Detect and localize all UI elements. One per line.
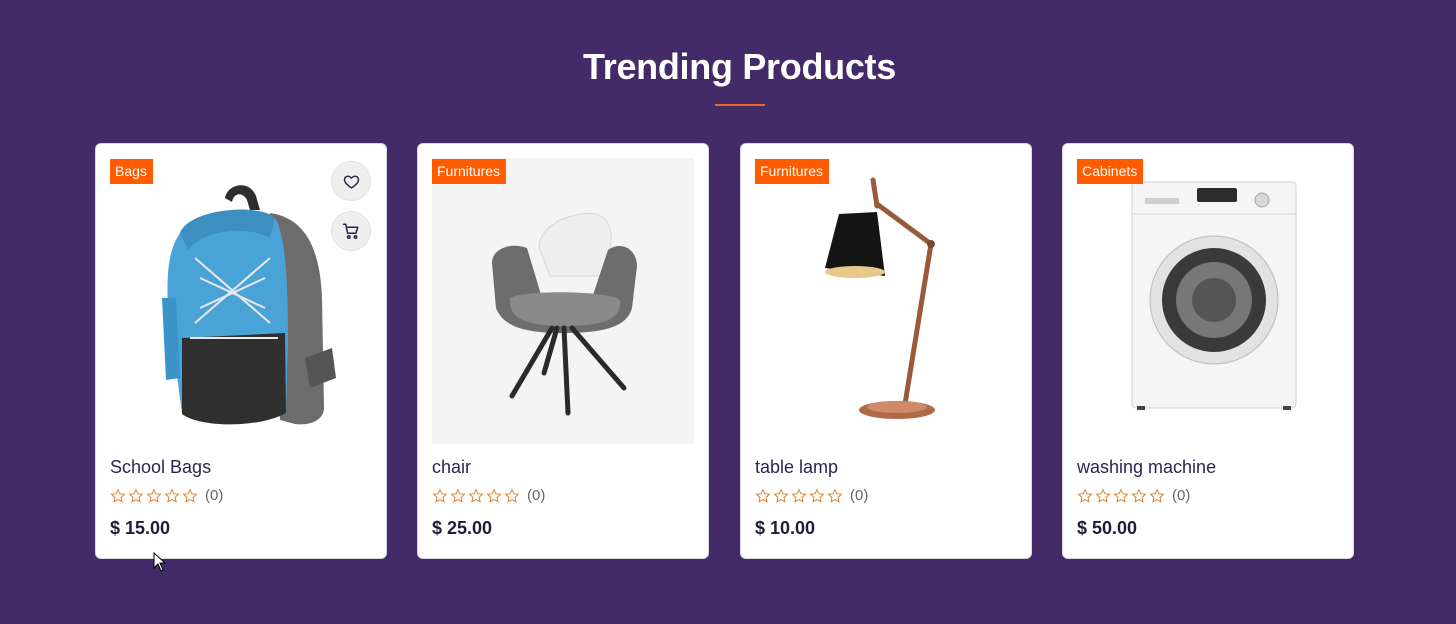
star-icon — [182, 487, 198, 503]
star-rating — [755, 487, 843, 504]
product-card[interactable]: Cabinets washing machine (0) $ 50.00 — [1062, 143, 1354, 559]
product-name[interactable]: School Bags — [110, 457, 211, 478]
star-icon — [128, 487, 144, 503]
star-icon — [1149, 487, 1165, 503]
chair-image — [432, 158, 694, 444]
review-count: (0) — [527, 487, 546, 504]
product-price: $ 10.00 — [755, 518, 816, 538]
star-icon — [504, 487, 520, 503]
product-image[interactable] — [432, 158, 694, 444]
star-icon — [755, 487, 771, 503]
category-badge: Furnitures — [432, 159, 507, 184]
star-rating — [1077, 487, 1165, 504]
star-icon — [432, 487, 448, 503]
star-icon — [486, 487, 502, 503]
star-icon — [146, 487, 162, 503]
product-name[interactable]: table lamp — [755, 457, 838, 478]
lamp-image — [825, 177, 935, 419]
product-price: $ 50.00 — [1077, 518, 1138, 538]
star-rating — [110, 487, 198, 504]
star-icon — [791, 487, 807, 503]
product-price: $ 15.00 — [110, 518, 171, 538]
star-icon — [1095, 487, 1111, 503]
rating: (0) — [110, 487, 223, 504]
star-icon — [110, 487, 126, 503]
rating: (0) — [432, 487, 545, 504]
product-name[interactable]: washing machine — [1077, 457, 1216, 478]
washing-machine-image — [1131, 181, 1297, 410]
star-icon — [1077, 487, 1093, 503]
star-icon — [450, 487, 466, 503]
add-to-cart-button[interactable] — [331, 211, 371, 251]
star-icon — [468, 487, 484, 503]
product-image[interactable] — [110, 158, 372, 444]
review-count: (0) — [1172, 487, 1191, 504]
product-image[interactable] — [755, 158, 1017, 444]
product-card[interactable]: Furnitures chair (0) $ 25.00 — [417, 143, 709, 559]
review-count: (0) — [205, 487, 224, 504]
backpack-image — [162, 185, 336, 425]
star-icon — [164, 487, 180, 503]
product-price: $ 25.00 — [432, 518, 493, 538]
product-image[interactable] — [1077, 158, 1339, 444]
product-card[interactable]: Bags School Bags (0) $ 15.00 — [95, 143, 387, 559]
star-icon — [809, 487, 825, 503]
star-icon — [1131, 487, 1147, 503]
rating: (0) — [1077, 487, 1190, 504]
heart-icon — [343, 174, 359, 189]
star-icon — [1113, 487, 1129, 503]
cart-icon — [342, 223, 359, 239]
star-icon — [773, 487, 789, 503]
wishlist-button[interactable] — [331, 161, 371, 201]
section-title: Trending Products — [583, 46, 896, 87]
review-count: (0) — [850, 487, 869, 504]
star-rating — [432, 487, 520, 504]
product-name[interactable]: chair — [432, 457, 471, 478]
category-badge: Bags — [110, 159, 153, 184]
rating: (0) — [755, 487, 868, 504]
category-badge: Cabinets — [1077, 159, 1144, 184]
star-icon — [827, 487, 843, 503]
category-badge: Furnitures — [755, 159, 830, 184]
mouse-cursor-icon — [153, 552, 167, 572]
product-card[interactable]: Furnitures table lamp (0) $ 10.00 — [740, 143, 1032, 559]
title-underline — [715, 104, 765, 106]
